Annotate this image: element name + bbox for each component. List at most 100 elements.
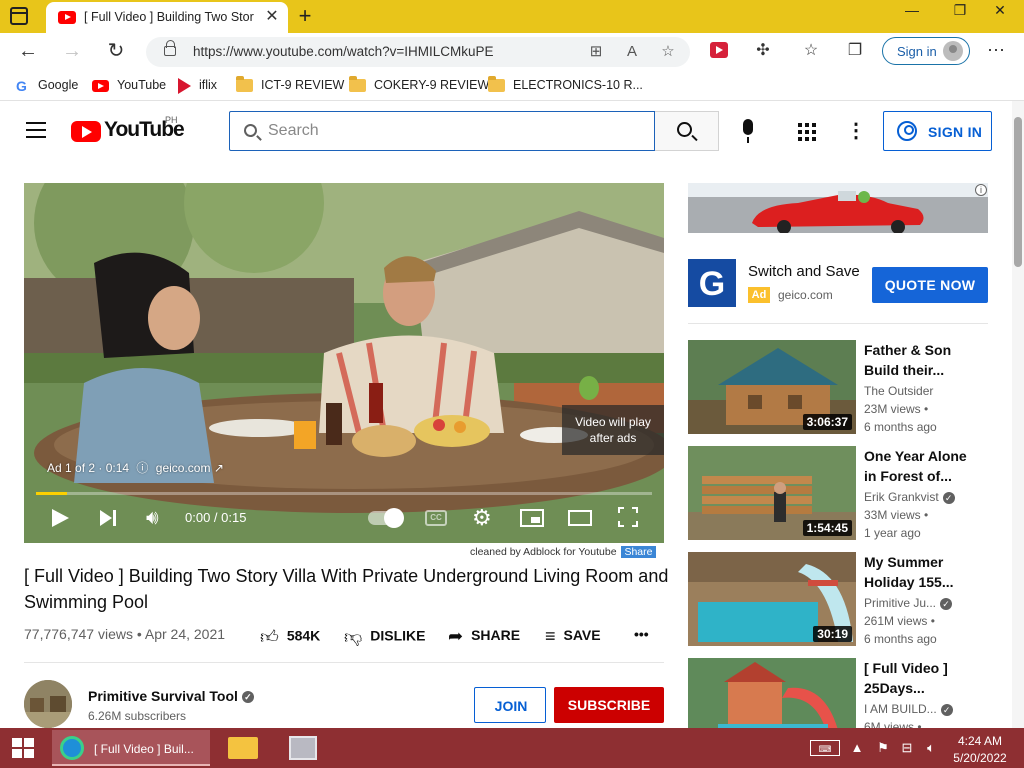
recommended-video[interactable]: 3:06:37 Father & Son Build their... The … <box>688 340 988 434</box>
thumbs-up-icon: 👍︎ <box>260 627 279 647</box>
menu-icon[interactable] <box>26 121 46 139</box>
page-scrollbar[interactable] <box>1012 101 1024 728</box>
like-button[interactable]: 👍︎ 584K <box>260 626 320 648</box>
recommended-title[interactable]: [ Full Video ] 25Days... <box>864 658 982 698</box>
recommended-title[interactable]: My Summer Holiday 155... <box>864 552 982 592</box>
network-icon[interactable]: ⊟ <box>898 740 916 756</box>
dislike-button[interactable]: 👎︎ DISLIKE <box>344 626 426 648</box>
theater-mode-icon[interactable] <box>568 510 592 526</box>
show-hidden-icons-icon[interactable]: ▲ <box>850 740 864 756</box>
volume-icon[interactable]: 🔊︎ <box>146 505 168 531</box>
search-icon <box>677 122 692 137</box>
gear-icon[interactable]: ⚙ <box>472 505 496 531</box>
clock-date[interactable]: 5/20/2022 <box>944 751 1016 765</box>
subscriber-count: 6.26M subscribers <box>88 709 187 723</box>
geico-logo[interactable]: G <box>688 259 736 307</box>
recommended-channel[interactable]: Erik Grankvist ✓ <box>864 490 988 504</box>
bookmark-youtube[interactable]: YouTube <box>92 76 166 94</box>
browser-menu-icon[interactable]: ⋯ <box>984 38 1008 62</box>
volume-muted-icon[interactable]: 🔈︎ <box>922 740 940 756</box>
minimize-button[interactable]: — <box>892 0 932 22</box>
extensions-puzzle-icon[interactable]: ✣ <box>752 40 774 62</box>
collections-icon[interactable]: ❐ <box>844 40 866 62</box>
app-available-icon[interactable]: ⊞ <box>586 42 606 62</box>
miniplayer-icon[interactable] <box>520 509 544 527</box>
bookmark-cokery9[interactable]: COKERY-9 REVIEW <box>349 76 489 94</box>
restore-button[interactable]: ❐ <box>940 0 980 22</box>
recommended-channel[interactable]: Primitive Ju... ✓ <box>864 596 988 610</box>
window-close-button[interactable]: ✕ <box>980 0 1020 22</box>
lock-icon[interactable] <box>164 40 176 56</box>
recommended-title[interactable]: One Year Alone in Forest of... <box>864 446 982 486</box>
quote-now-button[interactable]: QUOTE NOW <box>872 267 988 303</box>
settings-kebab-icon[interactable]: ⋮ <box>846 121 866 141</box>
save-button[interactable]: ≡ SAVE <box>545 626 601 648</box>
read-aloud-icon[interactable]: A <box>622 42 642 62</box>
video-thumbnail[interactable]: 3:06:37 <box>688 340 856 434</box>
share-button[interactable]: ➦ SHARE <box>448 626 520 648</box>
join-button[interactable]: JOIN <box>474 687 546 723</box>
action-center-flag-icon[interactable]: ⚑ <box>874 740 892 756</box>
recommended-video[interactable]: [ Full Video ] 25Days... I AM BUILD... ✓ … <box>688 658 988 728</box>
recommended-channel[interactable]: I AM BUILD... ✓ <box>864 702 988 716</box>
video-views-date: 77,776,747 views • Apr 24, 2021 <box>24 626 226 642</box>
forward-arrow-icon[interactable]: → <box>58 37 86 65</box>
scrollbar-thumb[interactable] <box>1014 117 1022 267</box>
progress-bar[interactable] <box>36 492 652 495</box>
bookmark-ict9[interactable]: ICT-9 REVIEW <box>236 76 344 94</box>
banner-ad[interactable] <box>688 183 988 233</box>
favorites-icon[interactable]: ☆ <box>800 40 822 62</box>
video-player[interactable]: Video will play after ads Ad 1 of 2 · 0:… <box>24 183 664 543</box>
recommended-channel[interactable]: The Outsider <box>864 384 988 398</box>
subscribe-button[interactable]: SUBSCRIBE <box>554 687 664 723</box>
bookmark-google[interactable]: G Google <box>16 76 78 94</box>
channel-avatar[interactable] <box>24 680 72 728</box>
video-thumbnail[interactable]: 30:19 <box>688 552 856 646</box>
next-icon[interactable] <box>100 505 120 531</box>
fullscreen-icon[interactable] <box>618 507 638 527</box>
url-text[interactable]: https://www.youtube.com/watch?v=IHMILCMk… <box>193 44 494 59</box>
taskbar-app-icon[interactable] <box>289 736 317 760</box>
file-explorer-icon[interactable] <box>228 737 258 759</box>
tab-close-icon[interactable]: ✕ <box>262 7 282 27</box>
ad-title[interactable]: Switch and Save <box>748 263 860 280</box>
search-box[interactable] <box>229 111 655 151</box>
external-link-icon[interactable]: ↗ <box>214 461 224 475</box>
youtube-logo-icon[interactable] <box>71 121 101 142</box>
bookmark-iflix[interactable]: iflix <box>178 76 217 94</box>
apps-grid-icon[interactable] <box>798 123 816 141</box>
verified-check-icon: ✓ <box>940 597 953 610</box>
more-actions-button[interactable]: ••• <box>634 626 649 648</box>
new-tab-button[interactable]: + <box>294 4 316 28</box>
add-favorite-icon[interactable]: ☆ <box>658 42 678 62</box>
windows-start-icon[interactable] <box>12 738 34 758</box>
channel-name[interactable]: Primitive Survival Tool ✓ <box>88 688 254 704</box>
recommended-video[interactable]: 1:54:45 One Year Alone in Forest of... E… <box>688 446 988 540</box>
autoplay-toggle[interactable] <box>368 508 404 528</box>
video-thumbnail[interactable]: 1:54:45 <box>688 446 856 540</box>
refresh-icon[interactable]: ↻ <box>102 37 130 65</box>
ad-domain-link[interactable]: geico.com <box>156 461 211 475</box>
browser-signin-button[interactable]: Sign in <box>882 37 970 65</box>
search-input[interactable] <box>238 112 638 150</box>
youtube-signin-button[interactable]: SIGN IN <box>883 111 992 151</box>
video-thumbnail[interactable] <box>688 658 856 728</box>
recommended-title[interactable]: Father & Son Build their... <box>864 340 982 380</box>
back-arrow-icon[interactable]: ← <box>14 37 42 65</box>
captions-icon[interactable]: CC <box>425 510 447 526</box>
play-icon[interactable] <box>52 505 70 531</box>
bookmark-electronics10[interactable]: ELECTRONICS-10 R... <box>488 76 643 94</box>
ad-info-icon[interactable]: i <box>975 184 987 196</box>
tab-actions-icon[interactable] <box>10 7 28 25</box>
extension-icon[interactable] <box>710 42 728 58</box>
adblock-share-button[interactable]: Share <box>621 546 656 558</box>
recommended-video[interactable]: 30:19 My Summer Holiday 155... Primitive… <box>688 552 988 646</box>
microphone-icon[interactable] <box>736 119 760 145</box>
address-bar[interactable]: https://www.youtube.com/watch?v=IHMILCMk… <box>146 37 690 67</box>
keyboard-icon[interactable]: ⌨ <box>810 740 840 756</box>
clock-time[interactable]: 4:24 AM <box>944 734 1016 748</box>
taskbar-edge-button[interactable]: [ Full Video ] Buil... <box>52 730 210 766</box>
info-icon[interactable]: ⓘ <box>136 461 148 475</box>
search-button[interactable] <box>655 111 719 151</box>
browser-tab-active[interactable]: [ Full Video ] Building Two Story Villa … <box>46 2 288 33</box>
